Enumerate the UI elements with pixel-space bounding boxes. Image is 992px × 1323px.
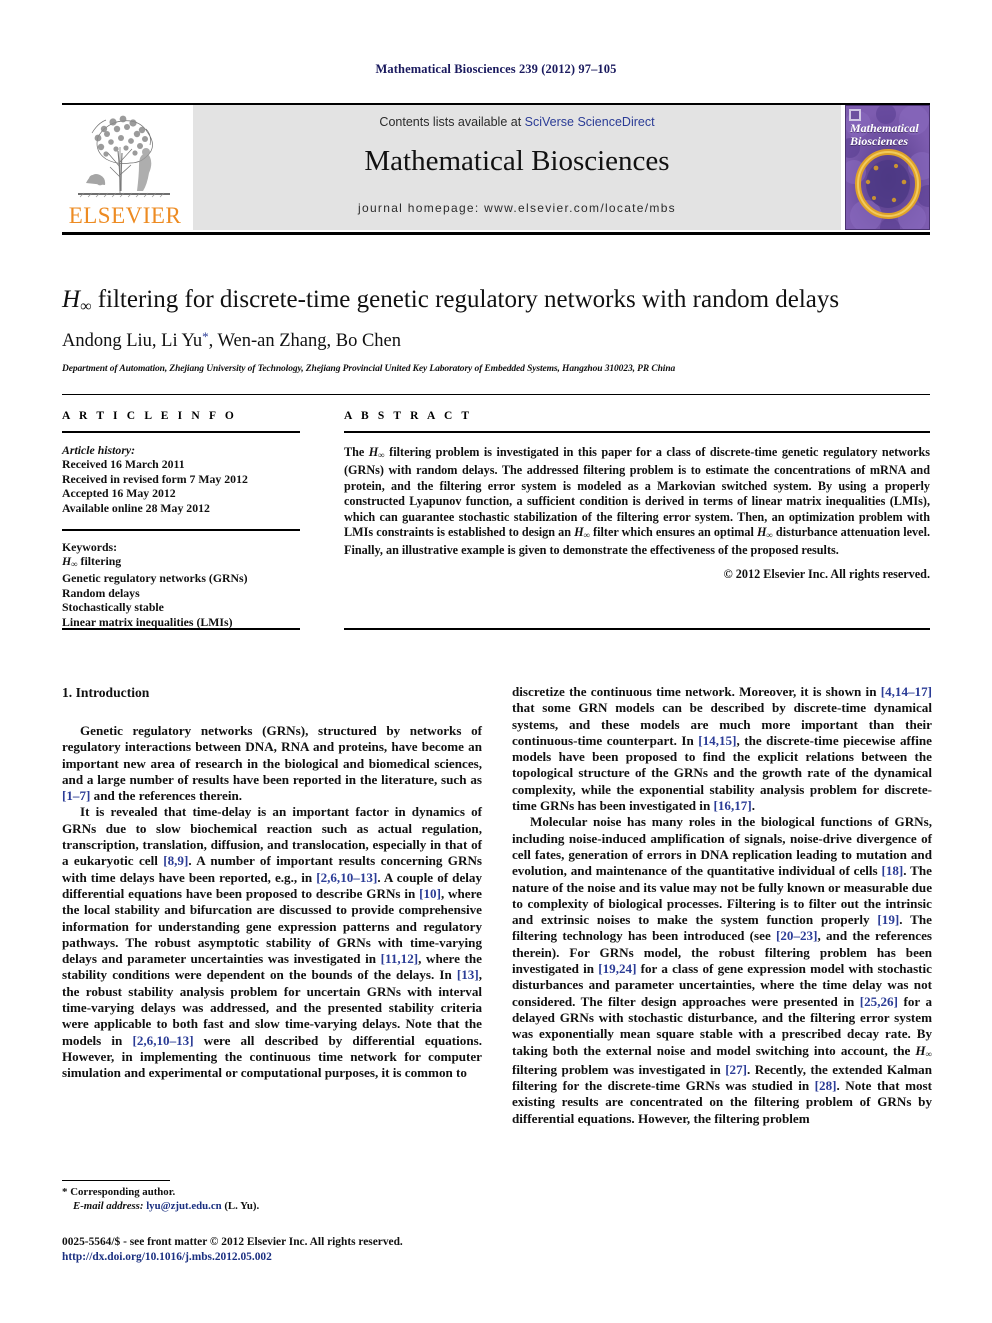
paragraph: Molecular noise has many roles in the bi… [512, 814, 932, 1126]
keyword-item: H∞ filtering [62, 553, 122, 569]
info-block-top-rule [62, 394, 930, 395]
title-rest: filtering for discrete-time genetic regu… [91, 286, 840, 313]
history-item: Available online 28 May 2012 [62, 500, 210, 515]
author-list: Andong Liu, Li Yu*, Wen-an Zhang, Bo Che… [62, 325, 942, 353]
abstract-copyright: © 2012 Elsevier Inc. All rights reserved… [723, 566, 930, 581]
history-item: Accepted 16 May 2012 [62, 486, 176, 501]
footnote-block: * Corresponding author. E-mail address: … [62, 1186, 482, 1213]
elsevier-logo: ELSEVIER [62, 107, 188, 230]
body-column-left: 1. Introduction Genetic regulatory netwo… [62, 684, 482, 1082]
footnote-rule [62, 1180, 170, 1181]
paragraph: discretize the continuous time network. … [512, 684, 932, 814]
email-owner: (L. Yu). [224, 1199, 260, 1212]
cover-title: Mathematical Biosciences [850, 121, 929, 148]
doi-link[interactable]: http://dx.doi.org/10.1016/j.mbs.2012.05.… [62, 1250, 522, 1265]
keywords-label: Keywords: [62, 539, 118, 554]
section-heading-introduction: 1. Introduction [62, 685, 150, 700]
author-names: Andong Liu, Li Yu [62, 331, 203, 351]
article-info-rule [62, 431, 300, 433]
contents-lists-line: Contents lists available at SciVerse Sci… [193, 115, 841, 129]
keyword-item: Linear matrix inequalities (LMIs) [62, 614, 233, 629]
keyword-item: Genetic regulatory networks (GRNs) [62, 571, 248, 586]
journal-homepage-line[interactable]: journal homepage: www.elsevier.com/locat… [193, 201, 841, 215]
header-bottom-rule [62, 232, 930, 235]
journal-header: ELSEVIER Contents lists available at Sci… [62, 105, 930, 230]
abstract-column: A B S T R A C T The H∞ filtering problem… [344, 410, 930, 582]
title-infinity-subscript: ∞ [80, 298, 92, 315]
abstract-heading: A B S T R A C T [344, 410, 473, 422]
article-info-heading: A R T I C L E I N F O [62, 410, 237, 422]
footnote-asterisk: * [62, 1186, 68, 1198]
elsevier-tree-icon [68, 107, 180, 203]
body-column-right: discretize the continuous time network. … [512, 684, 932, 1127]
article-history: Article history: Received 16 March 2011 … [62, 443, 300, 515]
history-item: Received 16 March 2011 [62, 457, 185, 472]
elsevier-wordmark: ELSEVIER [68, 203, 182, 228]
info-block-bottom-rule-left [62, 628, 300, 630]
article-history-label: Article history: [62, 443, 136, 457]
email-note: E-mail address: lyu@zjut.edu.cn (L. Yu). [62, 1200, 482, 1214]
abstract-rule [344, 431, 930, 433]
page-title: H∞ filtering for discrete-time genetic r… [62, 285, 942, 322]
info-block-bottom-rule-right [344, 628, 930, 630]
email-link[interactable]: lyu@zjut.edu.cn [146, 1200, 221, 1212]
abstract-text: The H∞ filtering problem is investigated… [344, 445, 930, 558]
journal-title: Mathematical Biosciences [364, 145, 670, 177]
title-h-symbol: H [62, 286, 81, 313]
keywords-list: Keywords: H∞ filtering Genetic regulator… [62, 540, 300, 629]
sciencedirect-link[interactable]: SciVerse ScienceDirect [525, 115, 655, 129]
history-item: Received in revised form 7 May 2012 [62, 471, 248, 486]
paper-page: Mathematical Biosciences 239 (2012) 97–1… [0, 0, 992, 1323]
author-names-rest: , Wen-an Zhang, Bo Chen [208, 331, 402, 351]
running-head: Mathematical Biosciences 239 (2012) 97–1… [375, 62, 617, 76]
paragraph: Genetic regulatory networks (GRNs), stru… [62, 723, 482, 804]
affiliation: Department of Automation, Zhejiang Unive… [62, 364, 676, 374]
keyword-item: Random delays [62, 585, 140, 600]
journal-cover-thumbnail: Mathematical Biosciences [845, 105, 930, 230]
cover-title-line2: Biosciences [850, 133, 908, 148]
issn-copyright-line: 0025-5564/$ - see front matter © 2012 El… [62, 1236, 403, 1248]
article-info-column: A R T I C L E I N F O Article history: R… [62, 410, 300, 629]
corresponding-author-text: Corresponding author. [70, 1186, 176, 1198]
cover-title-line1: Mathematical [850, 121, 919, 135]
paragraph: It is revealed that time-delay is an imp… [62, 804, 482, 1081]
corresponding-author-note: * Corresponding author. [62, 1186, 482, 1200]
keyword-item: Stochastically stable [62, 600, 164, 615]
email-label: E-mail address: [73, 1199, 144, 1212]
imprint-block: 0025-5564/$ - see front matter © 2012 El… [62, 1235, 522, 1264]
keywords-divider-rule [62, 529, 300, 531]
journal-banner: Contents lists available at SciVerse Sci… [193, 105, 841, 230]
contents-lists-prefix: Contents lists available at [379, 115, 525, 129]
